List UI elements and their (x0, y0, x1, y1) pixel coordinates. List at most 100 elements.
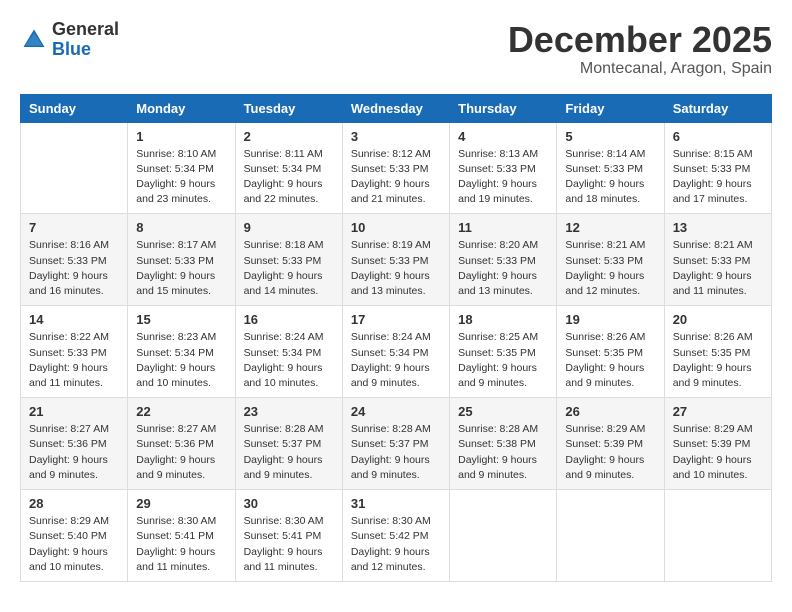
weekday-friday: Friday (557, 94, 664, 122)
day-number: 20 (673, 312, 763, 327)
day-number: 5 (565, 129, 655, 144)
calendar-week-1: 7Sunrise: 8:16 AM Sunset: 5:33 PM Daylig… (21, 214, 772, 306)
calendar-cell: 20 Sunrise: 8:26 AM Sunset: 5:35 PM Dayli… (664, 306, 771, 398)
calendar-cell: 30 Sunrise: 8:30 AM Sunset: 5:41 PM Dayli… (235, 490, 342, 582)
logo-general: General (52, 19, 119, 39)
calendar-cell: 1 Sunrise: 8:10 AM Sunset: 5:34 PM Daylig… (128, 122, 235, 214)
day-info: Sunrise: 8:26 AM Sunset: 5:35 PM Dayligh… (565, 330, 655, 391)
weekday-thursday: Thursday (450, 94, 557, 122)
day-number: 26 (565, 404, 655, 419)
calendar-cell: 31 Sunrise: 8:30 AM Sunset: 5:42 PM Dayli… (342, 490, 449, 582)
day-number: 14 (29, 312, 119, 327)
calendar-week-3: 21Sunrise: 8:27 AM Sunset: 5:36 PM Dayli… (21, 398, 772, 490)
day-number: 15 (136, 312, 226, 327)
logo-text: General Blue (52, 20, 119, 60)
calendar-cell: 8 Sunrise: 8:17 AM Sunset: 5:33 PM Daylig… (128, 214, 235, 306)
day-number: 18 (458, 312, 548, 327)
calendar-cell: 13 Sunrise: 8:21 AM Sunset: 5:33 PM Dayli… (664, 214, 771, 306)
day-number: 10 (351, 220, 441, 235)
calendar-cell: 15 Sunrise: 8:23 AM Sunset: 5:34 PM Dayli… (128, 306, 235, 398)
calendar-cell: 29 Sunrise: 8:30 AM Sunset: 5:41 PM Dayli… (128, 490, 235, 582)
calendar-cell (21, 122, 128, 214)
day-info: Sunrise: 8:29 AM Sunset: 5:40 PM Dayligh… (29, 514, 119, 575)
calendar-cell: 5Sunrise: 8:14 AM Sunset: 5:33 PM Daylig… (557, 122, 664, 214)
day-number: 19 (565, 312, 655, 327)
day-info: Sunrise: 8:17 AM Sunset: 5:33 PM Dayligh… (136, 238, 226, 299)
weekday-sunday: Sunday (21, 94, 128, 122)
day-number: 8 (136, 220, 226, 235)
day-info: Sunrise: 8:19 AM Sunset: 5:33 PM Dayligh… (351, 238, 441, 299)
calendar-cell: 18 Sunrise: 8:25 AM Sunset: 5:35 PM Dayli… (450, 306, 557, 398)
day-info: Sunrise: 8:20 AM Sunset: 5:33 PM Dayligh… (458, 238, 548, 299)
day-number: 7 (29, 220, 119, 235)
calendar-cell: 17 Sunrise: 8:24 AM Sunset: 5:34 PM Dayli… (342, 306, 449, 398)
logo-blue: Blue (52, 39, 91, 59)
calendar-cell: 19 Sunrise: 8:26 AM Sunset: 5:35 PM Dayli… (557, 306, 664, 398)
calendar-cell: 7Sunrise: 8:16 AM Sunset: 5:33 PM Daylig… (21, 214, 128, 306)
calendar-cell (557, 490, 664, 582)
day-info: Sunrise: 8:24 AM Sunset: 5:34 PM Dayligh… (351, 330, 441, 391)
day-number: 6 (673, 129, 763, 144)
calendar-cell: 11Sunrise: 8:20 AM Sunset: 5:33 PM Dayli… (450, 214, 557, 306)
day-info: Sunrise: 8:21 AM Sunset: 5:33 PM Dayligh… (565, 238, 655, 299)
day-number: 1 (136, 129, 226, 144)
weekday-wednesday: Wednesday (342, 94, 449, 122)
day-number: 17 (351, 312, 441, 327)
calendar-cell: 26 Sunrise: 8:29 AM Sunset: 5:39 PM Dayli… (557, 398, 664, 490)
calendar-week-2: 14 Sunrise: 8:22 AM Sunset: 5:33 PM Dayli… (21, 306, 772, 398)
day-number: 13 (673, 220, 763, 235)
weekday-tuesday: Tuesday (235, 94, 342, 122)
day-info: Sunrise: 8:15 AM Sunset: 5:33 PM Dayligh… (673, 147, 763, 208)
calendar-cell: 4Sunrise: 8:13 AM Sunset: 5:33 PM Daylig… (450, 122, 557, 214)
day-number: 22 (136, 404, 226, 419)
calendar-cell: 2 Sunrise: 8:11 AM Sunset: 5:34 PM Daylig… (235, 122, 342, 214)
day-info: Sunrise: 8:28 AM Sunset: 5:37 PM Dayligh… (244, 422, 334, 483)
calendar-cell: 28 Sunrise: 8:29 AM Sunset: 5:40 PM Dayli… (21, 490, 128, 582)
day-info: Sunrise: 8:25 AM Sunset: 5:35 PM Dayligh… (458, 330, 548, 391)
day-number: 23 (244, 404, 334, 419)
day-number: 3 (351, 129, 441, 144)
month-title: December 2025 (508, 20, 772, 60)
day-number: 28 (29, 496, 119, 511)
calendar-week-4: 28 Sunrise: 8:29 AM Sunset: 5:40 PM Dayli… (21, 490, 772, 582)
day-info: Sunrise: 8:11 AM Sunset: 5:34 PM Dayligh… (244, 147, 334, 208)
day-number: 27 (673, 404, 763, 419)
weekday-header-row: SundayMondayTuesdayWednesdayThursdayFrid… (21, 94, 772, 122)
calendar-cell (664, 490, 771, 582)
day-number: 29 (136, 496, 226, 511)
day-number: 24 (351, 404, 441, 419)
page-header: General Blue December 2025 Montecanal, A… (20, 20, 772, 78)
day-info: Sunrise: 8:29 AM Sunset: 5:39 PM Dayligh… (565, 422, 655, 483)
day-info: Sunrise: 8:29 AM Sunset: 5:39 PM Dayligh… (673, 422, 763, 483)
day-info: Sunrise: 8:30 AM Sunset: 5:42 PM Dayligh… (351, 514, 441, 575)
day-number: 30 (244, 496, 334, 511)
logo-icon (20, 26, 48, 54)
day-number: 9 (244, 220, 334, 235)
calendar-cell: 6 Sunrise: 8:15 AM Sunset: 5:33 PM Daylig… (664, 122, 771, 214)
title-block: December 2025 Montecanal, Aragon, Spain (508, 20, 772, 78)
calendar-cell: 21Sunrise: 8:27 AM Sunset: 5:36 PM Dayli… (21, 398, 128, 490)
day-info: Sunrise: 8:27 AM Sunset: 5:36 PM Dayligh… (136, 422, 226, 483)
calendar-cell: 12 Sunrise: 8:21 AM Sunset: 5:33 PM Dayli… (557, 214, 664, 306)
day-number: 31 (351, 496, 441, 511)
day-info: Sunrise: 8:28 AM Sunset: 5:38 PM Dayligh… (458, 422, 548, 483)
day-info: Sunrise: 8:18 AM Sunset: 5:33 PM Dayligh… (244, 238, 334, 299)
calendar-cell: 22 Sunrise: 8:27 AM Sunset: 5:36 PM Dayli… (128, 398, 235, 490)
calendar-cell: 9 Sunrise: 8:18 AM Sunset: 5:33 PM Daylig… (235, 214, 342, 306)
day-info: Sunrise: 8:30 AM Sunset: 5:41 PM Dayligh… (244, 514, 334, 575)
day-info: Sunrise: 8:23 AM Sunset: 5:34 PM Dayligh… (136, 330, 226, 391)
day-info: Sunrise: 8:26 AM Sunset: 5:35 PM Dayligh… (673, 330, 763, 391)
day-info: Sunrise: 8:13 AM Sunset: 5:33 PM Dayligh… (458, 147, 548, 208)
calendar-cell: 14 Sunrise: 8:22 AM Sunset: 5:33 PM Dayli… (21, 306, 128, 398)
weekday-saturday: Saturday (664, 94, 771, 122)
day-info: Sunrise: 8:30 AM Sunset: 5:41 PM Dayligh… (136, 514, 226, 575)
day-number: 12 (565, 220, 655, 235)
day-info: Sunrise: 8:10 AM Sunset: 5:34 PM Dayligh… (136, 147, 226, 208)
day-number: 2 (244, 129, 334, 144)
calendar-cell: 23 Sunrise: 8:28 AM Sunset: 5:37 PM Dayli… (235, 398, 342, 490)
day-info: Sunrise: 8:22 AM Sunset: 5:33 PM Dayligh… (29, 330, 119, 391)
day-number: 16 (244, 312, 334, 327)
day-info: Sunrise: 8:24 AM Sunset: 5:34 PM Dayligh… (244, 330, 334, 391)
day-info: Sunrise: 8:21 AM Sunset: 5:33 PM Dayligh… (673, 238, 763, 299)
logo: General Blue (20, 20, 119, 60)
